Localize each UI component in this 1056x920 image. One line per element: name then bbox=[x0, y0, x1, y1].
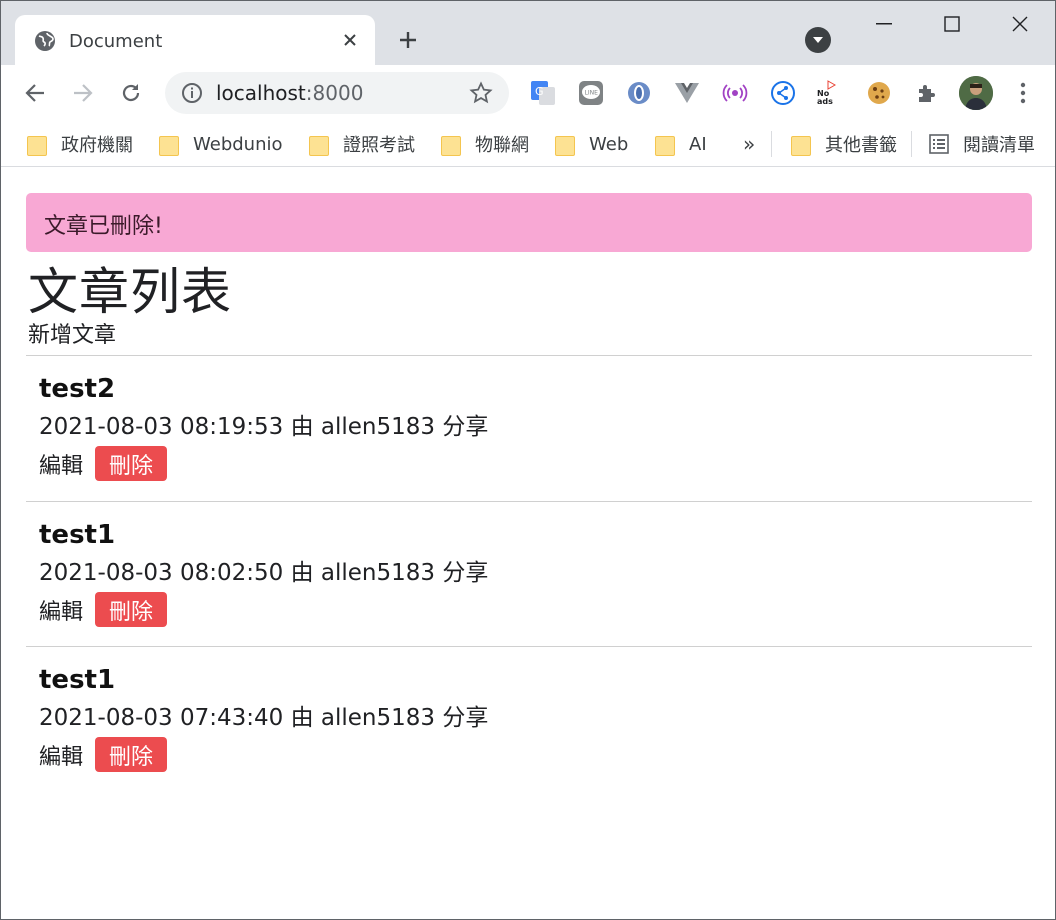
minimize-icon[interactable] bbox=[861, 9, 907, 39]
new-post-link[interactable]: 新增文章 bbox=[28, 317, 116, 349]
bookmarks-overflow-icon[interactable]: » bbox=[743, 131, 755, 157]
post-meta: 2021-08-03 08:02:50 由 allen5183 分享 bbox=[39, 560, 489, 586]
post-title: test1 bbox=[39, 665, 116, 695]
edit-link[interactable]: 編輯 bbox=[39, 594, 83, 626]
bookmark-folder[interactable]: 物聯網 bbox=[441, 131, 529, 157]
window-close-icon[interactable] bbox=[997, 9, 1043, 39]
browser-title-bar: Document bbox=[1, 1, 1055, 67]
post-item: test1 2021-08-03 08:02:50 由 allen5183 分享… bbox=[26, 501, 1032, 643]
bookmarks-divider bbox=[911, 131, 912, 157]
tab-title: Document bbox=[69, 31, 163, 52]
vue-devtools-icon[interactable] bbox=[673, 79, 701, 107]
post-title: test1 bbox=[39, 520, 116, 550]
browser-toolbar: localhost:8000 G LINE No ads bbox=[1, 65, 1055, 121]
reading-list-icon bbox=[929, 134, 949, 154]
edit-link[interactable]: 編輯 bbox=[39, 448, 83, 480]
svg-text:G: G bbox=[535, 85, 544, 98]
folder-icon bbox=[309, 134, 329, 156]
address-bar[interactable]: localhost:8000 bbox=[165, 72, 509, 114]
folder-icon bbox=[441, 134, 461, 156]
bookmarks-bar: 政府機關 Webdunio 證照考試 物聯網 Web AI » 其他書籤 閱讀清… bbox=[1, 121, 1055, 167]
back-icon[interactable] bbox=[19, 77, 51, 109]
globe-icon bbox=[35, 31, 55, 51]
bookmark-folder[interactable]: Webdunio bbox=[159, 131, 283, 157]
delete-button[interactable]: 刪除 bbox=[95, 446, 168, 481]
url-text[interactable]: localhost:8000 bbox=[216, 81, 363, 105]
delete-button[interactable]: 刪除 bbox=[95, 592, 168, 627]
post-meta: 2021-08-03 08:19:53 由 allen5183 分享 bbox=[39, 414, 489, 440]
info-icon[interactable] bbox=[181, 82, 203, 104]
broadcast-icon[interactable] bbox=[721, 79, 749, 107]
alert-message: 文章已刪除! bbox=[26, 193, 1032, 252]
maximize-icon[interactable] bbox=[929, 9, 975, 39]
post-item: test2 2021-08-03 08:19:53 由 allen5183 分享… bbox=[26, 355, 1032, 497]
profile-avatar[interactable] bbox=[959, 76, 993, 110]
folder-icon bbox=[555, 134, 575, 156]
reading-list[interactable]: 閱讀清單 bbox=[929, 131, 1035, 157]
page-content: 文章已刪除! 文章列表 新增文章 test2 2021-08-03 08:19:… bbox=[1, 168, 1055, 919]
menu-kebab-icon[interactable] bbox=[1009, 79, 1037, 107]
bookmark-folder[interactable]: 政府機關 bbox=[27, 131, 133, 157]
line-icon[interactable]: LINE bbox=[577, 79, 605, 107]
bookmark-folder[interactable]: Web bbox=[555, 131, 628, 157]
folder-icon bbox=[27, 134, 47, 156]
bookmarks-divider bbox=[771, 131, 772, 157]
page-title: 文章列表 bbox=[28, 263, 232, 321]
folder-icon bbox=[159, 134, 179, 156]
browser-tab[interactable]: Document bbox=[15, 15, 375, 67]
cookie-icon[interactable] bbox=[865, 79, 893, 107]
edit-link[interactable]: 編輯 bbox=[39, 739, 83, 771]
folder-icon bbox=[791, 134, 811, 156]
svg-text:LINE: LINE bbox=[585, 90, 599, 97]
extensions-puzzle-icon[interactable] bbox=[913, 79, 941, 107]
new-tab-icon[interactable] bbox=[393, 25, 423, 55]
post-actions: 編輯 刪除 bbox=[39, 446, 1019, 481]
delete-button[interactable]: 刪除 bbox=[95, 737, 168, 772]
bookmark-folder[interactable]: AI bbox=[655, 131, 707, 157]
post-meta: 2021-08-03 07:43:40 由 allen5183 分享 bbox=[39, 705, 489, 731]
tab-close-icon[interactable] bbox=[337, 27, 363, 53]
post-title: test2 bbox=[39, 374, 116, 404]
tab-search-icon[interactable] bbox=[805, 27, 831, 53]
post-actions: 編輯 刪除 bbox=[39, 737, 1019, 772]
google-translate-icon[interactable]: G bbox=[529, 79, 557, 107]
post-item: test1 2021-08-03 07:43:40 由 allen5183 分享… bbox=[26, 646, 1032, 788]
folder-icon bbox=[655, 134, 675, 156]
other-bookmarks[interactable]: 其他書籤 bbox=[791, 131, 897, 157]
forward-icon[interactable] bbox=[67, 77, 99, 109]
no-ads-icon[interactable]: No ads bbox=[817, 79, 845, 107]
bookmark-star-icon[interactable] bbox=[469, 81, 493, 105]
bookmark-folder[interactable]: 證照考試 bbox=[309, 131, 415, 157]
opera-vpn-icon[interactable] bbox=[625, 79, 653, 107]
post-actions: 編輯 刪除 bbox=[39, 592, 1019, 627]
share-icon[interactable] bbox=[769, 79, 797, 107]
reload-icon[interactable] bbox=[115, 77, 147, 109]
